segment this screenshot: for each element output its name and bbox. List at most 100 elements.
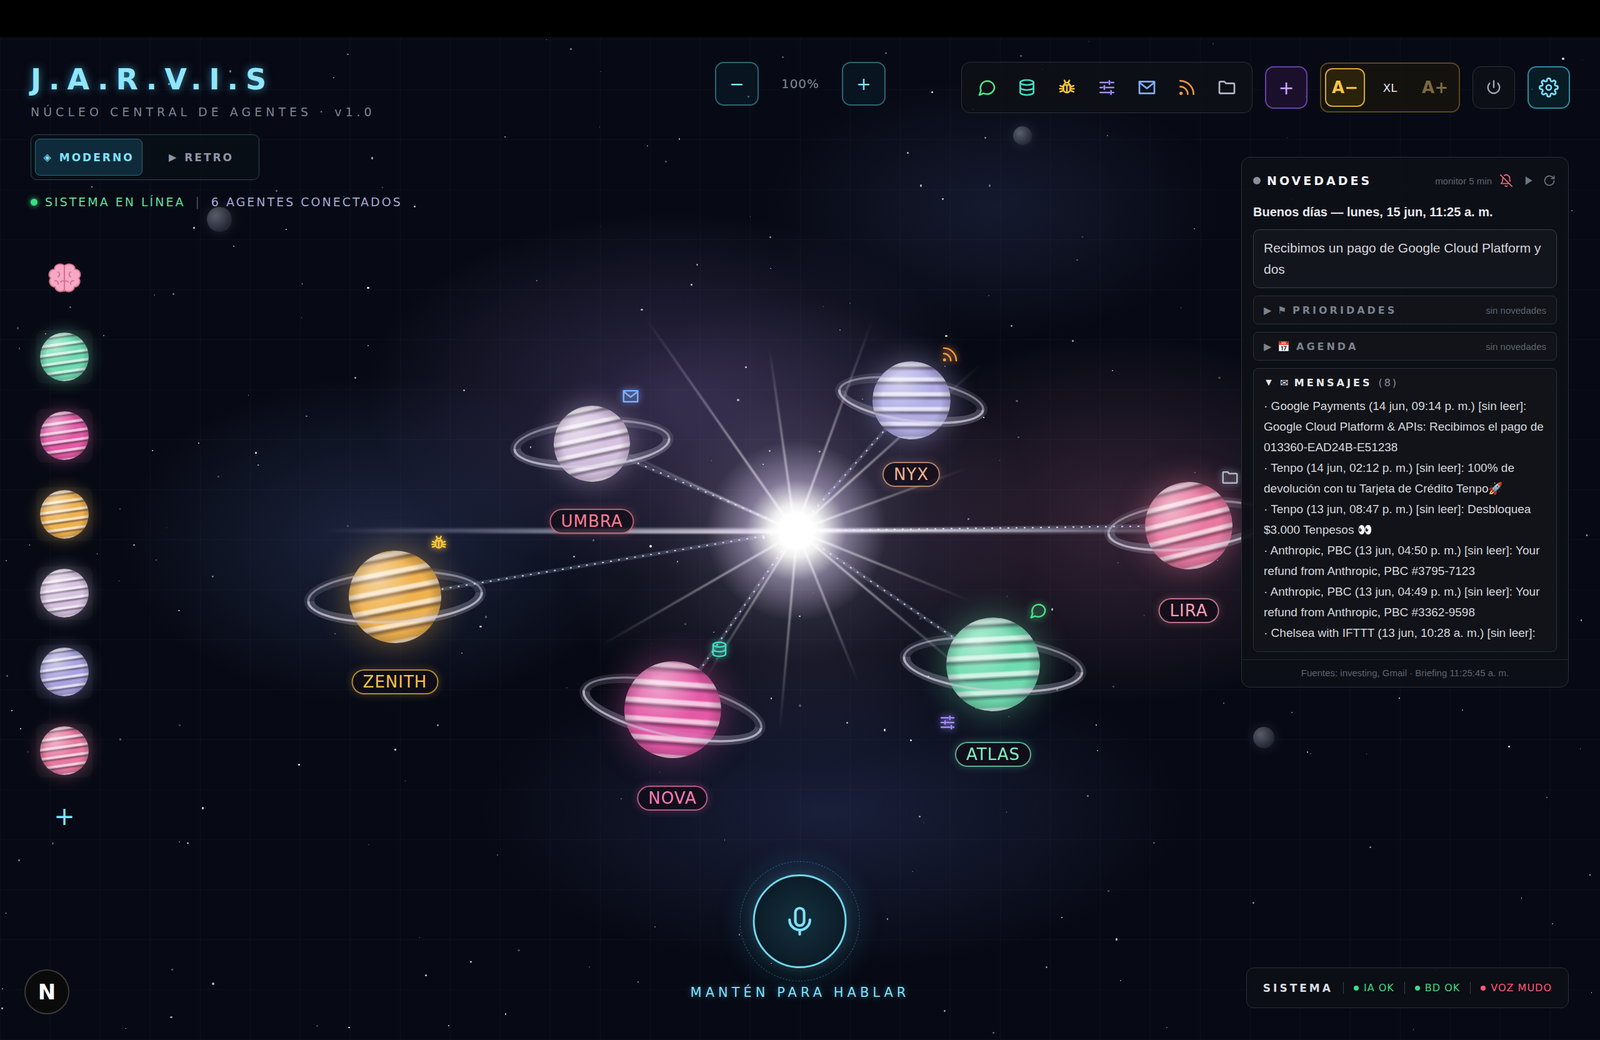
agent-shortcut[interactable]	[36, 330, 93, 384]
message-item[interactable]: · Tenpo (14 jun, 02:12 p. m.) [sin leer]…	[1263, 457, 1547, 499]
message-list: · Google Payments (14 jun, 09:14 p. m.) …	[1263, 395, 1547, 644]
mail-icon	[621, 386, 640, 406]
star	[419, 936, 420, 938]
star	[69, 306, 72, 309]
tool-button[interactable]	[1175, 76, 1199, 99]
star	[570, 48, 572, 50]
agent-planet-thumb	[40, 411, 89, 460]
framework-logo[interactable]: N	[24, 969, 70, 1015]
star	[16, 326, 20, 330]
add-agent-button[interactable]: +	[1265, 66, 1308, 109]
star	[172, 293, 175, 295]
system-check-label: IA OK	[1363, 981, 1395, 994]
font-size-option[interactable]: XL	[1370, 68, 1410, 107]
star	[211, 982, 214, 985]
tool-button[interactable]	[1055, 76, 1079, 99]
app-subtitle: NÚCLEO CENTRAL DE AGENTES · v1.0	[30, 104, 376, 120]
star	[1117, 562, 1119, 564]
font-size-option[interactable]: A−	[1325, 68, 1365, 107]
star	[640, 308, 643, 311]
settings-button[interactable]	[1527, 66, 1570, 109]
star	[1153, 841, 1155, 844]
font-size-option[interactable]: A+	[1415, 68, 1455, 107]
rss-icon	[940, 345, 960, 364]
agent-tool[interactable]	[429, 533, 449, 553]
mode-toggle: ◈MODERNO▶RETRO	[30, 134, 260, 180]
agent-label[interactable]: ATLAS	[955, 741, 1032, 767]
agent-label[interactable]: UMBRA	[549, 508, 634, 534]
add-agent-sidebar-button[interactable]: +	[47, 802, 82, 830]
star	[29, 544, 31, 546]
message-item[interactable]: · Anthropic, PBC (13 jun, 04:49 p. m.) […	[1263, 581, 1547, 623]
zoom-in-button[interactable]: +	[841, 61, 886, 106]
mail-icon	[1136, 77, 1157, 98]
system-check: BD OK	[1404, 981, 1460, 994]
star	[1310, 753, 1312, 755]
mute-button[interactable]	[1498, 172, 1515, 189]
star	[1589, 874, 1591, 876]
mic-button[interactable]	[753, 874, 847, 969]
message-item[interactable]: · Chelsea with IFTTT (13 jun, 10:28 a. m…	[1263, 622, 1547, 644]
system-title: SISTEMA	[1263, 981, 1334, 995]
agent-shortcut[interactable]	[36, 723, 93, 778]
agent-tool[interactable]	[710, 640, 729, 659]
refresh-button[interactable]	[1541, 173, 1557, 189]
window-top-bar	[0, 0, 1600, 37]
system-bar: SISTEMAIA OKBD OKVOZ MUDO	[1246, 967, 1569, 1009]
zoom-control: −100%+	[715, 61, 886, 106]
agent-shortcut[interactable]	[36, 408, 93, 463]
section-arrow: ▶	[1263, 340, 1272, 353]
agent-shortcut[interactable]	[36, 487, 93, 542]
agent-tool[interactable]	[940, 345, 960, 364]
agent-tool[interactable]	[1028, 601, 1048, 620]
refresh-icon	[1543, 174, 1556, 187]
agent-tool[interactable]	[621, 386, 640, 406]
agent-planet-thumb	[40, 647, 89, 697]
agent-label[interactable]: NOVA	[636, 785, 708, 811]
briefing-summary: Recibimos un pago de Google Cloud Platfo…	[1253, 229, 1557, 289]
agent-tool[interactable]	[938, 713, 957, 732]
star	[1086, 795, 1089, 797]
play-button[interactable]	[1520, 173, 1536, 189]
message-item[interactable]: · Tenpo (13 jun, 08:47 p. m.) [sin leer]…	[1263, 498, 1547, 540]
mode-option[interactable]: ▶RETRO	[147, 138, 255, 176]
star	[5, 560, 7, 562]
star	[178, 841, 180, 843]
moon	[206, 206, 232, 232]
tool-button[interactable]	[975, 76, 999, 99]
central-core[interactable]	[702, 436, 890, 625]
agent-label[interactable]: NYX	[882, 461, 940, 487]
mic-ring	[740, 861, 860, 982]
section-header[interactable]: ▶⚑PRIORIDADESsin novedades	[1263, 301, 1547, 319]
bug-icon	[429, 533, 449, 553]
power-button[interactable]	[1472, 66, 1515, 109]
agent-tool[interactable]	[1220, 468, 1240, 487]
tool-button[interactable]	[1135, 76, 1159, 99]
brain-button[interactable]	[36, 253, 93, 305]
section-note: sin novedades	[1485, 341, 1547, 352]
tool-button[interactable]	[1095, 76, 1119, 99]
star	[20, 728, 21, 729]
star	[1051, 608, 1054, 610]
mic-icon	[782, 903, 818, 939]
tool-button[interactable]	[1015, 76, 1039, 99]
star	[479, 625, 482, 628]
star	[6, 675, 9, 677]
agent-label[interactable]: ZENITH	[351, 669, 439, 695]
star	[186, 842, 189, 844]
brain-icon	[44, 261, 85, 297]
star	[1, 1007, 4, 1010]
voice-hint: MANTÉN PARA HABLAR	[690, 985, 910, 1000]
tool-button[interactable]	[1215, 76, 1239, 99]
section-header[interactable]: ▶📅AGENDAsin novedades	[1263, 338, 1547, 355]
agent-label[interactable]: LIRA	[1158, 598, 1220, 624]
message-item[interactable]: · Google Payments (14 jun, 09:14 p. m.) …	[1263, 395, 1547, 458]
message-item[interactable]: · Anthropic, PBC (13 jun, 04:50 p. m.) […	[1263, 540, 1547, 582]
star	[504, 136, 506, 138]
section-header[interactable]: ▼✉MENSAJES(8)	[1263, 374, 1547, 391]
agent-shortcut[interactable]	[36, 645, 93, 699]
zoom-out-button[interactable]: −	[715, 61, 759, 106]
mode-option[interactable]: ◈MODERNO	[35, 138, 143, 176]
agent-shortcut[interactable]	[36, 566, 93, 620]
star	[517, 949, 520, 952]
